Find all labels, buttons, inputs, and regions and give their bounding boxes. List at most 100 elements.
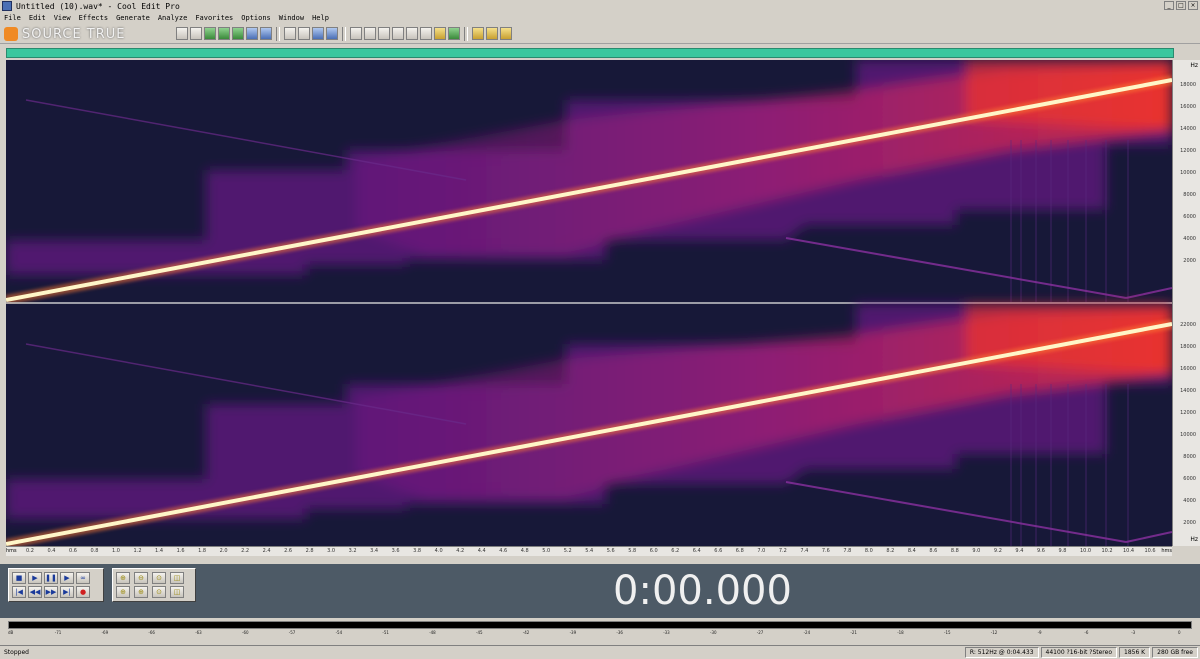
time-tick: 10.4 (1122, 548, 1135, 554)
time-unit-label: hms (6, 548, 17, 554)
time-tick: 8.8 (950, 548, 959, 554)
toolbar-button-14[interactable] (378, 27, 390, 40)
time-tick: 0.8 (90, 548, 99, 554)
zoom-vertical-out-icon[interactable]: ◫ (170, 586, 184, 598)
time-tick: 8.6 (929, 548, 938, 554)
watermark-text: SOURCE TRUE (22, 26, 126, 42)
toolbar-button-2[interactable] (190, 27, 202, 40)
toolbar-button-10[interactable] (312, 27, 324, 40)
time-tick: 3.8 (413, 548, 422, 554)
channel-right-spectrum (6, 304, 1172, 546)
menu-file[interactable]: File (4, 14, 21, 22)
hz-tick: 4000 (1183, 498, 1196, 504)
zoom-in-icon[interactable]: ⊕ (116, 572, 130, 584)
menu-window[interactable]: Window (279, 14, 304, 22)
toolbar-button-7[interactable] (260, 27, 272, 40)
toolbar-button-21[interactable] (486, 27, 498, 40)
level-meter: dB -71 -69 -66 -63 -60 -57 -54 -51 -48 -45 -42 -39 -3… (0, 618, 1200, 644)
time-tick: 1.4 (155, 548, 163, 554)
toolbar-button-4[interactable] (218, 27, 230, 40)
time-tick: 5.4 (585, 548, 594, 554)
menu-analyze[interactable]: Analyze (158, 14, 188, 22)
fast-forward-button[interactable]: ▶▶ (44, 586, 58, 598)
play-button[interactable]: ▶ (28, 572, 42, 584)
zoom-full-icon[interactable]: ⊙ (152, 572, 166, 584)
toolbar-button-22[interactable] (500, 27, 512, 40)
zoom-in-right-icon[interactable]: ⊕ (134, 586, 148, 598)
play-from-cursor-button[interactable]: ▶ (60, 572, 74, 584)
time-tick: 9.6 (1036, 548, 1045, 554)
toolbar-button-3[interactable] (204, 27, 216, 40)
zoom-in-left-icon[interactable]: ⊕ (116, 586, 130, 598)
maximize-button[interactable]: □ (1176, 1, 1186, 10)
meter-tick: -39 (569, 630, 577, 635)
menu-edit[interactable]: Edit (29, 14, 46, 22)
meter-tick: -15 (944, 630, 951, 635)
stop-button[interactable]: ■ (12, 572, 26, 584)
toolbar-button-20[interactable] (472, 27, 484, 40)
time-tick: 8.2 (886, 548, 895, 554)
toolbar-button-12[interactable] (350, 27, 362, 40)
toolbar-button-19[interactable] (448, 27, 460, 40)
toolbar-button-8[interactable] (284, 27, 296, 40)
zoom-selection-icon[interactable]: ◫ (170, 572, 184, 584)
loop-button[interactable]: ∞ (76, 572, 90, 584)
time-tick: 1.8 (198, 548, 207, 554)
menu-help[interactable]: Help (312, 14, 329, 22)
record-button[interactable]: ● (76, 586, 90, 598)
menu-options[interactable]: Options (241, 14, 271, 22)
toolbar-button-15[interactable] (392, 27, 404, 40)
zoom-out-icon[interactable]: ⊖ (134, 572, 148, 584)
title-bar: Untitled (10).wav* - Cool Edit Pro _ □ × (0, 0, 1200, 12)
go-to-end-button[interactable]: ▶| (60, 586, 74, 598)
menu-view[interactable]: View (54, 14, 71, 22)
zoom-vertical-icon[interactable]: ⊙ (152, 586, 166, 598)
rewind-button[interactable]: ◀◀ (28, 586, 42, 598)
meter-tick: -36 (616, 630, 623, 635)
menu-effects[interactable]: Effects (79, 14, 109, 22)
waveform-overview-bar[interactable] (6, 48, 1174, 58)
toolbar-button-18[interactable] (434, 27, 446, 40)
channel-left-spectrum (6, 60, 1172, 305)
time-tick: 9.8 (1058, 548, 1067, 554)
toolbar-separator (464, 26, 468, 41)
meter-tick: -63 (195, 630, 202, 635)
time-tick: 2.4 (262, 548, 271, 554)
close-button[interactable]: × (1188, 1, 1198, 10)
menu-generate[interactable]: Generate (116, 14, 150, 22)
time-tick: 6.8 (735, 548, 744, 554)
time-tick: 3.2 (348, 548, 357, 554)
toolbar-button-6[interactable] (246, 27, 258, 40)
spectral-view[interactable] (6, 60, 1172, 546)
time-tick: 8.0 (864, 548, 873, 554)
toolbar (0, 24, 1200, 44)
hz-tick: 18000 (1180, 82, 1196, 88)
toolbar-button-9[interactable] (298, 27, 310, 40)
time-tick: 4.6 (499, 548, 508, 554)
minimize-button[interactable]: _ (1164, 1, 1174, 10)
app-icon[interactable] (2, 1, 12, 11)
toolbar-button-5[interactable] (232, 27, 244, 40)
time-tick: 1.2 (133, 548, 142, 554)
time-tick: 6.4 (692, 548, 701, 554)
time-tick: 3.0 (327, 548, 336, 554)
hz-tick: 6000 (1183, 214, 1196, 220)
watermark-logo: SOURCE TRUE (4, 24, 174, 44)
hz-tick: 14000 (1180, 126, 1196, 132)
toolbar-button-16[interactable] (406, 27, 418, 40)
meter-tick: -66 (148, 630, 155, 635)
toolbar-button-17[interactable] (420, 27, 432, 40)
time-tick: 7.6 (821, 548, 830, 554)
time-ruler[interactable]: hms 0.2 0.4 0.6 0.8 1.0 1.2 1.4 1.6 1.8 2.0 2.2 2.4… (6, 546, 1172, 556)
toolbar-button-11[interactable] (326, 27, 338, 40)
menu-favorites[interactable]: Favorites (195, 14, 233, 22)
hz-tick: 16000 (1180, 366, 1196, 372)
toolbar-button-1[interactable] (176, 27, 188, 40)
go-to-start-button[interactable]: |◀ (12, 586, 26, 598)
meter-tick: -71 (54, 630, 62, 635)
zoom-controls: ⊕ ⊖ ⊙ ◫ ⊕ ⊕ ⊙ ◫ (112, 568, 196, 602)
toolbar-button-13[interactable] (364, 27, 376, 40)
time-end-unit-label: hms (1161, 548, 1172, 554)
pause-button[interactable]: ❚❚ (44, 572, 58, 584)
time-tick: 9.4 (1015, 548, 1024, 554)
